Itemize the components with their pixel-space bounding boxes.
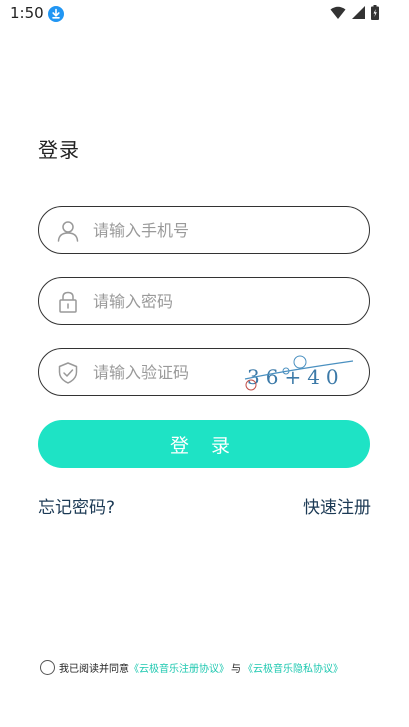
captcha-image[interactable]: 36+40 <box>243 353 355 391</box>
phone-input[interactable] <box>93 207 353 253</box>
shield-check-icon <box>58 362 78 384</box>
status-time: 1:50 <box>10 4 44 22</box>
cell-signal-icon <box>352 6 365 19</box>
privacy-policy-link[interactable]: 《云极音乐隐私协议》 <box>243 660 343 675</box>
download-notification-icon <box>48 6 64 22</box>
user-icon <box>57 221 79 242</box>
quick-register-link[interactable]: 快速注册 <box>303 493 371 518</box>
phone-field[interactable] <box>38 206 370 254</box>
captcha-text: 36+40 <box>247 365 345 389</box>
agreement-prefix: 我已阅读并同意 <box>59 664 129 675</box>
login-button[interactable]: 登 录 <box>38 420 370 468</box>
agreement-row: 我已阅读并同意 《云极音乐注册协议》 与 《云极音乐隐私协议》 <box>40 660 343 675</box>
user-agreement-link[interactable]: 《云极音乐注册协议》 <box>129 660 229 675</box>
agreement-connector: 与 <box>231 664 241 675</box>
page-title: 登录 <box>38 138 80 162</box>
lock-icon <box>59 291 77 313</box>
password-field[interactable] <box>38 277 370 325</box>
wifi-icon <box>330 6 346 19</box>
forgot-password-link[interactable]: 忘记密码? <box>38 493 115 518</box>
status-bar: 1:50 <box>0 0 409 28</box>
verification-code-input[interactable] <box>93 349 263 395</box>
password-input[interactable] <box>93 278 353 324</box>
battery-icon <box>371 5 379 20</box>
status-icons <box>330 5 379 20</box>
verification-code-field[interactable]: 36+40 <box>38 348 370 396</box>
agree-checkbox[interactable] <box>40 660 55 675</box>
